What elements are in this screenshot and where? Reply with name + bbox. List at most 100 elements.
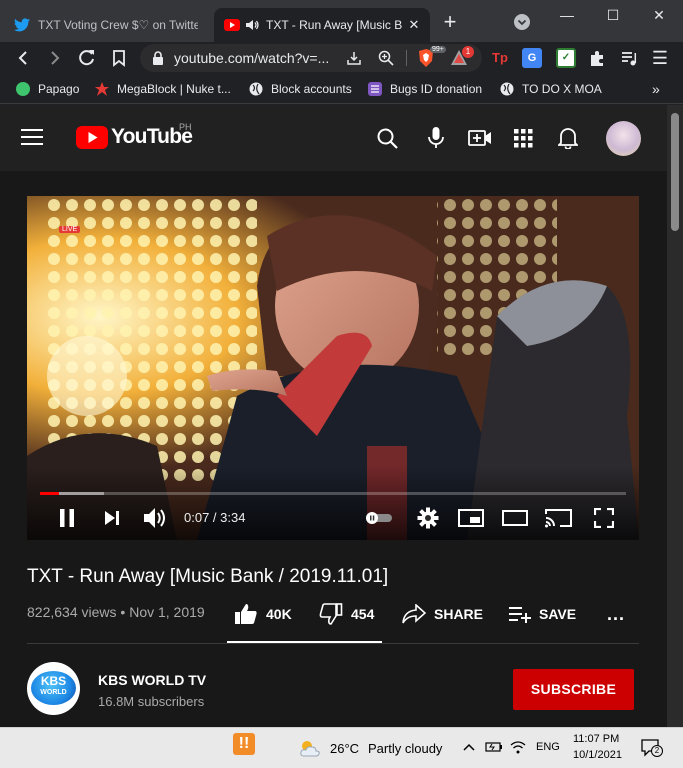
media-controls-icon[interactable] — [620, 49, 638, 67]
section-divider — [27, 643, 639, 644]
progress-bar[interactable] — [40, 492, 626, 495]
back-button[interactable] — [11, 46, 35, 70]
cast-icon[interactable] — [545, 508, 573, 528]
language-indicator[interactable]: ENG — [536, 741, 560, 753]
thumbs-down-icon — [319, 603, 343, 625]
bookmark-label: Bugs ID donation — [390, 82, 483, 96]
subscribe-button[interactable]: SUBSCRIBE — [513, 669, 634, 710]
progress-played — [40, 492, 60, 495]
hamburger-menu-icon[interactable] — [21, 128, 43, 146]
bookmark-todo-moa[interactable]: TO DO X MOA — [500, 80, 602, 98]
youtube-logo[interactable]: YouTube — [76, 125, 193, 149]
miniplayer-icon[interactable] — [458, 509, 484, 527]
bookmark-papago[interactable]: Papago — [16, 80, 79, 98]
tab-search-button[interactable] — [514, 14, 530, 30]
url-text: youtube.com/watch?v=... — [174, 50, 330, 66]
region-code: PH — [179, 122, 192, 132]
apps-grid-icon[interactable] — [514, 129, 533, 148]
tab-youtube[interactable]: TXT - Run Away [Music Bank ✕ — [214, 8, 430, 42]
channel-avatar[interactable]: KBS WORLD — [27, 662, 80, 715]
extensions-puzzle-icon[interactable] — [588, 49, 606, 67]
battery-icon[interactable] — [485, 740, 503, 754]
chevron-up-icon[interactable] — [462, 742, 476, 752]
dislike-count: 454 — [351, 606, 375, 622]
translate-extension-icon[interactable]: G — [522, 48, 542, 68]
time-separator: / — [209, 510, 221, 525]
maximize-button[interactable]: ☐ — [598, 4, 628, 26]
notifications-bell-icon[interactable] — [558, 127, 578, 149]
brave-badge: 99+ — [430, 46, 446, 53]
clock-date[interactable]: 10/1/2021 — [573, 749, 622, 761]
bookmark-megablock[interactable]: MegaBlock | Nuke t... — [95, 80, 231, 98]
bookmark-bugs-id[interactable]: Bugs ID donation — [368, 80, 482, 98]
tab-title: TXT - Run Away [Music Bank — [266, 18, 402, 32]
rewards-badge: 1 — [462, 46, 474, 58]
scrollbar-thumb[interactable] — [671, 113, 679, 231]
bookmark-button[interactable] — [107, 46, 131, 70]
bookmark-label: MegaBlock | Nuke t... — [117, 82, 231, 96]
microphone-icon[interactable] — [428, 127, 444, 149]
save-button[interactable]: SAVE — [508, 602, 576, 626]
app-alert-icon[interactable]: !! — [233, 733, 255, 755]
browser-menu-icon[interactable]: ☰ — [648, 46, 672, 70]
youtube-favicon-icon — [224, 19, 240, 31]
more-bookmarks-button[interactable]: » — [652, 80, 660, 98]
close-window-button[interactable]: ✕ — [644, 4, 674, 26]
notification-count: 2 — [651, 745, 663, 757]
clock-time[interactable]: 11:07 PM — [573, 733, 619, 745]
globe-icon — [500, 82, 514, 96]
like-button[interactable]: 40K — [234, 602, 292, 626]
address-bar[interactable]: youtube.com/watch?v=... 99+ 1 — [140, 44, 482, 72]
bookmark-icon — [113, 50, 125, 67]
volume-icon[interactable] — [143, 506, 169, 530]
page-scrollbar[interactable] — [667, 105, 683, 727]
autoplay-toggle-icon[interactable] — [364, 511, 394, 525]
lock-icon[interactable] — [152, 51, 164, 65]
bookmarks-bar: Papago MegaBlock | Nuke t... Block accou… — [0, 74, 683, 104]
close-tab-icon[interactable]: ✕ — [406, 17, 422, 33]
temperature[interactable]: 26°C — [330, 741, 359, 756]
pause-icon[interactable] — [57, 508, 77, 528]
install-icon[interactable] — [346, 50, 362, 66]
speaker-icon[interactable] — [246, 19, 260, 31]
tab-twitter[interactable]: TXT Voting Crew $♡ on Twitter: " — [8, 8, 214, 42]
share-button[interactable]: SHARE — [402, 602, 483, 626]
bookmark-label: Block accounts — [271, 82, 352, 96]
more-actions-button[interactable]: ... — [607, 602, 625, 626]
live-badge: LIVE — [59, 226, 81, 233]
reload-icon — [79, 50, 94, 66]
bookmark-label: TO DO X MOA — [522, 82, 602, 96]
zoom-icon[interactable] — [378, 50, 394, 66]
forward-icon — [51, 51, 60, 65]
current-time: 0:07 — [184, 510, 210, 525]
chevron-down-icon — [517, 19, 527, 26]
tp-extension-icon[interactable]: Tp — [490, 48, 510, 68]
save-label: SAVE — [539, 606, 577, 622]
settings-gear-icon[interactable] — [417, 507, 439, 529]
forward-button[interactable] — [43, 46, 67, 70]
new-tab-button[interactable]: + — [438, 10, 462, 34]
fullscreen-icon[interactable] — [594, 508, 614, 528]
bookmark-label: Papago — [38, 82, 80, 96]
search-icon[interactable] — [377, 128, 398, 149]
video-player[interactable]: LIVE 0:07 / 3:34 — [27, 196, 639, 540]
share-icon — [402, 604, 426, 624]
create-video-icon[interactable] — [468, 129, 492, 147]
channel-logo-text: KBS — [40, 674, 67, 688]
wifi-icon[interactable] — [510, 740, 526, 754]
reload-button[interactable] — [75, 46, 99, 70]
taskbar: !! 26°C Partly cloudy ENG 11:07 PM 10/1/… — [0, 727, 683, 768]
dislike-button[interactable]: 454 — [319, 602, 374, 626]
video-title: TXT - Run Away [Music Bank / 2019.11.01] — [27, 566, 389, 587]
youtube-header: YouTube PH — [0, 105, 667, 171]
channel-name[interactable]: KBS WORLD TV — [98, 672, 206, 688]
twitter-icon — [14, 18, 30, 32]
next-icon[interactable] — [104, 510, 120, 526]
clipboard-extension-icon[interactable]: ✓ — [556, 48, 576, 68]
like-count: 40K — [266, 606, 292, 622]
user-avatar[interactable] — [606, 121, 641, 156]
theater-mode-icon[interactable] — [502, 510, 528, 526]
bookmark-block-accounts[interactable]: Block accounts — [249, 80, 352, 98]
minimize-button[interactable]: — — [552, 4, 582, 26]
weather-text[interactable]: Partly cloudy — [368, 741, 442, 756]
